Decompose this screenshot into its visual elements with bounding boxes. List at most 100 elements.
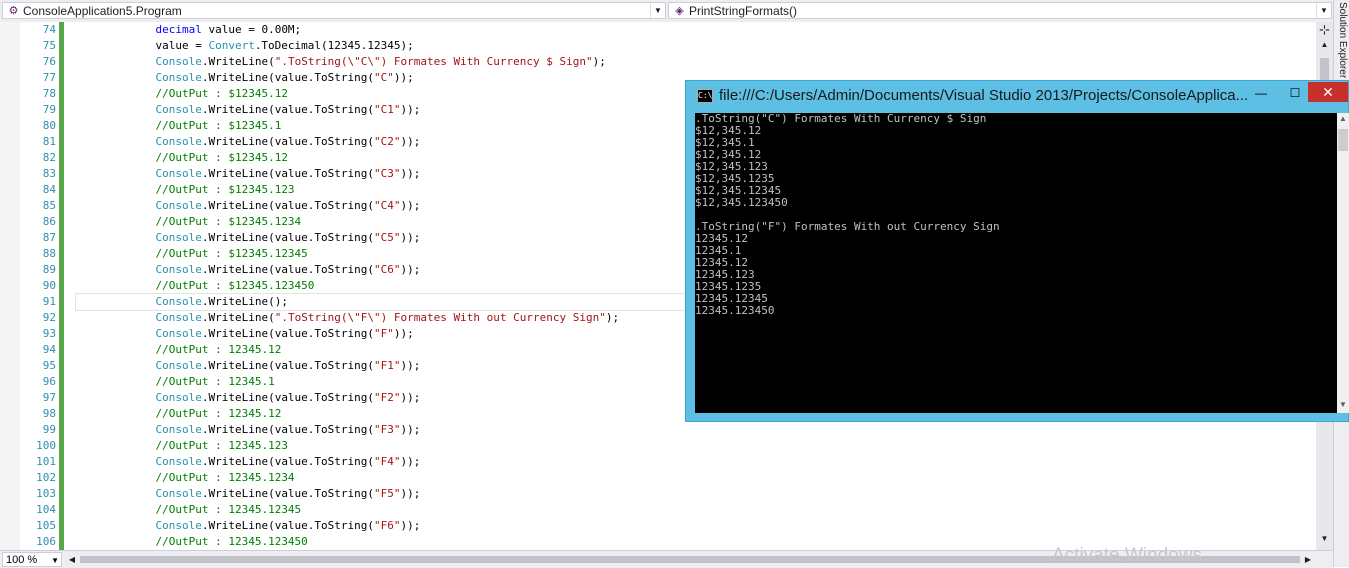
code-token: "C3" [374, 167, 401, 180]
scroll-down-icon[interactable]: ▼ [1318, 532, 1331, 546]
code-line[interactable]: //OutPut : 12345.12345 [76, 502, 1306, 518]
maximize-button[interactable]: ☐ [1282, 83, 1308, 103]
line-number: 87 [42, 231, 56, 244]
code-token: .WriteLine(value.ToString( [201, 103, 375, 116]
console-output-line: $12,345.12 [695, 148, 762, 161]
code-token: .WriteLine(value.ToString( [201, 327, 375, 340]
code-token: Console [155, 135, 202, 148]
activate-windows-watermark: Activate Windows [1052, 545, 1202, 566]
code-token: )); [393, 71, 414, 84]
console-output-line: .ToString("C") Formates With Currency $ … [695, 113, 987, 125]
code-line[interactable]: //OutPut : 12345.1234 [76, 470, 1306, 486]
code-line[interactable]: Console.WriteLine(value.ToString("F4")); [76, 454, 1306, 470]
code-token: Console [155, 359, 202, 372]
navigation-bar: ⚙ ConsoleApplication5.Program ▼ ◈ PrintS… [0, 0, 1333, 23]
split-window-icon[interactable]: ⊹ [1318, 23, 1331, 37]
code-token: Console [155, 103, 202, 116]
console-output-line: $12,345.123450 [695, 196, 788, 209]
console-scrollbar[interactable]: ▲ ▼ [1337, 113, 1349, 413]
code-token: )); [400, 167, 421, 180]
line-number: 82 [42, 151, 56, 164]
code-token: //OutPut : $12345.1234 [155, 215, 302, 228]
code-line[interactable]: Console.WriteLine(value.ToString("F6")); [76, 518, 1306, 534]
close-button[interactable]: ✕ [1308, 82, 1348, 102]
scroll-up-icon[interactable]: ▲ [1318, 38, 1331, 52]
selection-margin[interactable] [0, 22, 20, 550]
line-number: 83 [42, 167, 56, 180]
code-token: Console [155, 295, 202, 308]
code-line[interactable]: decimal value = 0.00M; [76, 22, 1306, 38]
code-token: )); [400, 391, 421, 404]
zoom-dropdown[interactable]: 100 % ▼ [2, 552, 62, 567]
line-number: 81 [42, 135, 56, 148]
code-line[interactable]: Console.WriteLine(value.ToString("F3")); [76, 422, 1306, 438]
console-output-line: 12345.1235 [695, 280, 762, 293]
member-text: PrintStringFormats() [689, 4, 798, 18]
console-output-line: .ToString("F") Formates With out Currenc… [695, 220, 1000, 233]
code-token: )); [400, 135, 421, 148]
chevron-down-icon[interactable]: ▼ [650, 3, 665, 18]
scroll-up-icon[interactable]: ▲ [1337, 113, 1349, 125]
code-token: "C6" [374, 263, 401, 276]
code-token: value = 0.00M; [201, 23, 302, 36]
code-line[interactable]: Console.WriteLine(value.ToString("F5")); [76, 486, 1306, 502]
code-token: "F2" [374, 391, 401, 404]
code-token: //OutPut : 12345.123450 [155, 535, 308, 548]
code-token: //OutPut : 12345.12 [155, 407, 282, 420]
minimize-button[interactable]: — [1248, 83, 1274, 103]
code-token: "F5" [374, 487, 401, 500]
code-token: )); [400, 199, 421, 212]
chevron-down-icon[interactable]: ▼ [51, 553, 59, 568]
code-token: Console [155, 487, 202, 500]
console-output-line: $12,345.12345 [695, 184, 782, 197]
chevron-down-icon[interactable]: ▼ [1316, 3, 1331, 18]
line-number: 104 [36, 503, 56, 516]
scroll-right-icon[interactable]: ▶ [1302, 553, 1314, 566]
console-output[interactable]: .ToString("C") Formates With Currency $ … [695, 113, 1337, 413]
code-token: Console [155, 55, 202, 68]
code-token: "F4" [374, 455, 401, 468]
scroll-down-icon[interactable]: ▼ [1337, 399, 1349, 411]
code-token: value = [76, 39, 209, 52]
code-token: decimal [155, 23, 202, 36]
console-app-icon[interactable]: C:\ [697, 89, 713, 103]
code-token: ".ToString(\"C\") Formates With Currency… [274, 55, 593, 68]
line-number: 96 [42, 375, 56, 388]
code-line[interactable]: value = Convert.ToDecimal(12345.12345); [76, 38, 1306, 54]
code-token: "C5" [374, 231, 401, 244]
console-window[interactable]: C:\ file:///C:/Users/Admin/Documents/Vis… [685, 80, 1349, 422]
line-number: 103 [36, 487, 56, 500]
line-number: 102 [36, 471, 56, 484]
line-number: 84 [42, 183, 56, 196]
scrollbar-thumb[interactable] [1338, 129, 1348, 151]
code-token: "C1" [374, 103, 401, 116]
scroll-left-icon[interactable]: ◀ [66, 553, 78, 566]
code-token: //OutPut : 12345.1234 [155, 471, 295, 484]
project-type-dropdown[interactable]: ⚙ ConsoleApplication5.Program ▼ [2, 2, 666, 19]
code-token: )); [400, 231, 421, 244]
line-number: 92 [42, 311, 56, 324]
code-token: Console [155, 167, 202, 180]
console-output-line: 12345.12345 [695, 292, 768, 305]
line-number: 100 [36, 439, 56, 452]
member-dropdown[interactable]: ◈ PrintStringFormats() ▼ [668, 2, 1332, 19]
code-token: .WriteLine(value.ToString( [201, 135, 375, 148]
code-line[interactable]: Console.WriteLine(".ToString(\"C\") Form… [76, 54, 1306, 70]
code-line[interactable]: //OutPut : 12345.123 [76, 438, 1306, 454]
code-token: //OutPut : $12345.12 [155, 151, 288, 164]
line-number: 88 [42, 247, 56, 260]
